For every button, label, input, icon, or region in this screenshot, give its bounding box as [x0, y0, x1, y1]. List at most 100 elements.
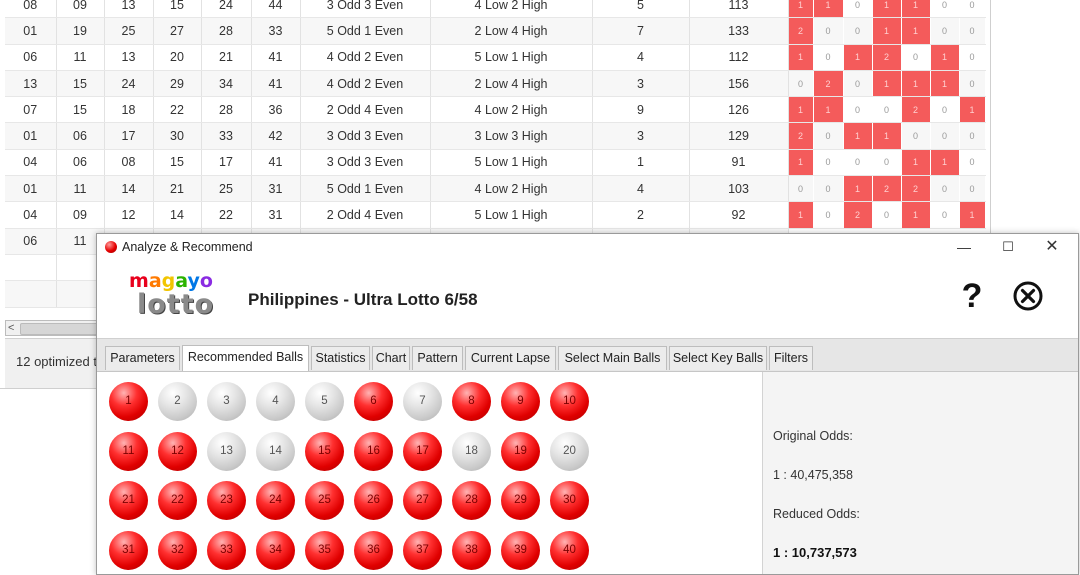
- ball-10[interactable]: 10: [550, 382, 589, 421]
- ball-19[interactable]: 19: [501, 431, 540, 471]
- odds-panel: Original Odds: 1 : 40,475,358 Reduced Od…: [762, 372, 1078, 574]
- ball-39[interactable]: 39: [501, 530, 540, 570]
- ball-2[interactable]: 2: [158, 382, 197, 421]
- ball-25[interactable]: 25: [305, 481, 344, 520]
- tab-pattern[interactable]: Pattern: [412, 346, 463, 370]
- low-high-cell: 5 Low 1 High: [430, 44, 593, 71]
- ball-8[interactable]: 8: [452, 382, 491, 421]
- tab-current-lapse[interactable]: Current Lapse: [465, 346, 556, 370]
- low-high-cell: 4 Low 2 High: [430, 96, 593, 124]
- ball-30[interactable]: 30: [550, 481, 589, 520]
- number-cell: 09: [56, 0, 105, 19]
- number-cell: 11: [56, 44, 105, 71]
- ball-38[interactable]: 38: [452, 530, 491, 570]
- number-cell: [5, 280, 57, 308]
- flag-cell: 1: [959, 201, 986, 229]
- flag-cell: 0: [959, 0, 986, 19]
- ball-29[interactable]: 29: [501, 481, 540, 520]
- ball-20[interactable]: 20: [550, 431, 589, 471]
- ball-22[interactable]: 22: [158, 481, 197, 520]
- scrollbar-thumb[interactable]: [20, 323, 98, 335]
- ball-16[interactable]: 16: [354, 431, 393, 471]
- odd-even-cell: 4 Odd 2 Even: [300, 70, 431, 98]
- flag-cell: 1: [872, 0, 902, 19]
- ball-11[interactable]: 11: [109, 431, 148, 471]
- number-cell: 04: [5, 149, 57, 177]
- scroll-left-icon[interactable]: <: [8, 321, 14, 335]
- ball-5[interactable]: 5: [305, 382, 344, 421]
- flag-cell: 0: [930, 17, 960, 45]
- number-cell: 18: [104, 96, 154, 124]
- ball-12[interactable]: 12: [158, 431, 197, 471]
- ball-1[interactable]: 1: [109, 382, 148, 421]
- flag-cell: 2: [872, 44, 902, 71]
- ball-33[interactable]: 33: [207, 530, 246, 570]
- horizontal-scrollbar[interactable]: <: [5, 320, 103, 336]
- number-cell: 11: [56, 175, 105, 203]
- tab-statistics[interactable]: Statistics: [311, 346, 370, 370]
- maximize-button[interactable]: ☐: [985, 234, 1031, 260]
- title-bar[interactable]: Analyze & Recommend — ☐ ✕: [97, 234, 1078, 260]
- table-row[interactable]: 07 15 18 22 28 36 2 Odd 4 Even 4 Low 2 High 9 126…: [5, 96, 986, 124]
- app-ball-icon: [105, 241, 117, 253]
- ball-9[interactable]: 9: [501, 382, 540, 421]
- ball-18[interactable]: 18: [452, 431, 491, 471]
- sum-cell: 103: [689, 175, 789, 203]
- ball-7[interactable]: 7: [403, 382, 442, 421]
- count-cell: 4: [592, 175, 690, 203]
- flag-cell: 0: [813, 149, 844, 177]
- table-row[interactable]: 13 15 24 29 34 41 4 Odd 2 Even 2 Low 4 High 3 156…: [5, 70, 986, 98]
- flag-cell: 0: [901, 122, 931, 150]
- ball-37[interactable]: 37: [403, 530, 442, 570]
- tab-recommended-balls[interactable]: Recommended Balls: [182, 345, 309, 371]
- sum-cell: 126: [689, 96, 789, 124]
- exit-icon[interactable]: [1012, 280, 1044, 312]
- ball-34[interactable]: 34: [256, 530, 295, 570]
- ball-31[interactable]: 31: [109, 530, 148, 570]
- flag-cell: 1: [843, 175, 873, 203]
- ball-14[interactable]: 14: [256, 431, 295, 471]
- number-cell: 22: [201, 201, 252, 229]
- close-button[interactable]: ✕: [1029, 234, 1075, 260]
- ball-15[interactable]: 15: [305, 431, 344, 471]
- ball-28[interactable]: 28: [452, 481, 491, 520]
- ball-27[interactable]: 27: [403, 481, 442, 520]
- number-cell: 13: [5, 70, 57, 98]
- ball-13[interactable]: 13: [207, 431, 246, 471]
- ball-32[interactable]: 32: [158, 530, 197, 570]
- ball-21[interactable]: 21: [109, 481, 148, 520]
- table-row[interactable]: 01 11 14 21 25 31 5 Odd 1 Even 4 Low 2 High 4 103…: [5, 175, 986, 203]
- ball-17[interactable]: 17: [403, 431, 442, 471]
- ball-36[interactable]: 36: [354, 530, 393, 570]
- tab-filters[interactable]: Filters: [769, 346, 813, 370]
- low-high-cell: 4 Low 2 High: [430, 0, 593, 19]
- ball-4[interactable]: 4: [256, 382, 295, 421]
- table-row[interactable]: 06 11 13 20 21 41 4 Odd 2 Even 5 Low 1 High 4 112…: [5, 44, 986, 71]
- minimize-button[interactable]: —: [941, 234, 987, 260]
- low-high-cell: 3 Low 3 High: [430, 122, 593, 150]
- ball-6[interactable]: 6: [354, 382, 393, 421]
- number-cell: 25: [201, 175, 252, 203]
- ball-26[interactable]: 26: [354, 481, 393, 520]
- tab-select-key-balls[interactable]: Select Key Balls: [669, 346, 767, 370]
- table-row[interactable]: 01 06 17 30 33 42 3 Odd 3 Even 3 Low 3 High 3 129…: [5, 122, 986, 150]
- flag-cell: 0: [813, 175, 844, 203]
- flag-cell: 1: [788, 96, 814, 124]
- tab-bar: Parameters Recommended Balls Statistics Cha…: [97, 339, 1078, 372]
- tab-chart[interactable]: Chart: [372, 346, 410, 370]
- count-cell: 5: [592, 0, 690, 19]
- tab-parameters[interactable]: Parameters: [105, 346, 180, 370]
- flag-cell: 0: [959, 44, 986, 71]
- ball-23[interactable]: 23: [207, 481, 246, 520]
- ball-40[interactable]: 40: [550, 530, 589, 570]
- ball-24[interactable]: 24: [256, 481, 295, 520]
- table-row[interactable]: 04 06 08 15 17 41 3 Odd 3 Even 5 Low 1 High 1 91 1…: [5, 149, 986, 177]
- tab-select-main-balls[interactable]: Select Main Balls: [558, 346, 667, 370]
- help-button[interactable]: ?: [957, 276, 987, 316]
- table-row[interactable]: 01 19 25 27 28 33 5 Odd 1 Even 2 Low 4 High 7 133…: [5, 17, 986, 45]
- ball-3[interactable]: 3: [207, 382, 246, 421]
- table-row[interactable]: 08 09 13 15 24 44 3 Odd 3 Even 4 Low 2 High 5 113…: [5, 0, 986, 19]
- table-row[interactable]: 04 09 12 14 22 31 2 Odd 4 Even 5 Low 1 High 2 92 1…: [5, 201, 986, 229]
- ball-35[interactable]: 35: [305, 530, 344, 570]
- lottery-title: Philippines - Ultra Lotto 6/58: [248, 290, 478, 309]
